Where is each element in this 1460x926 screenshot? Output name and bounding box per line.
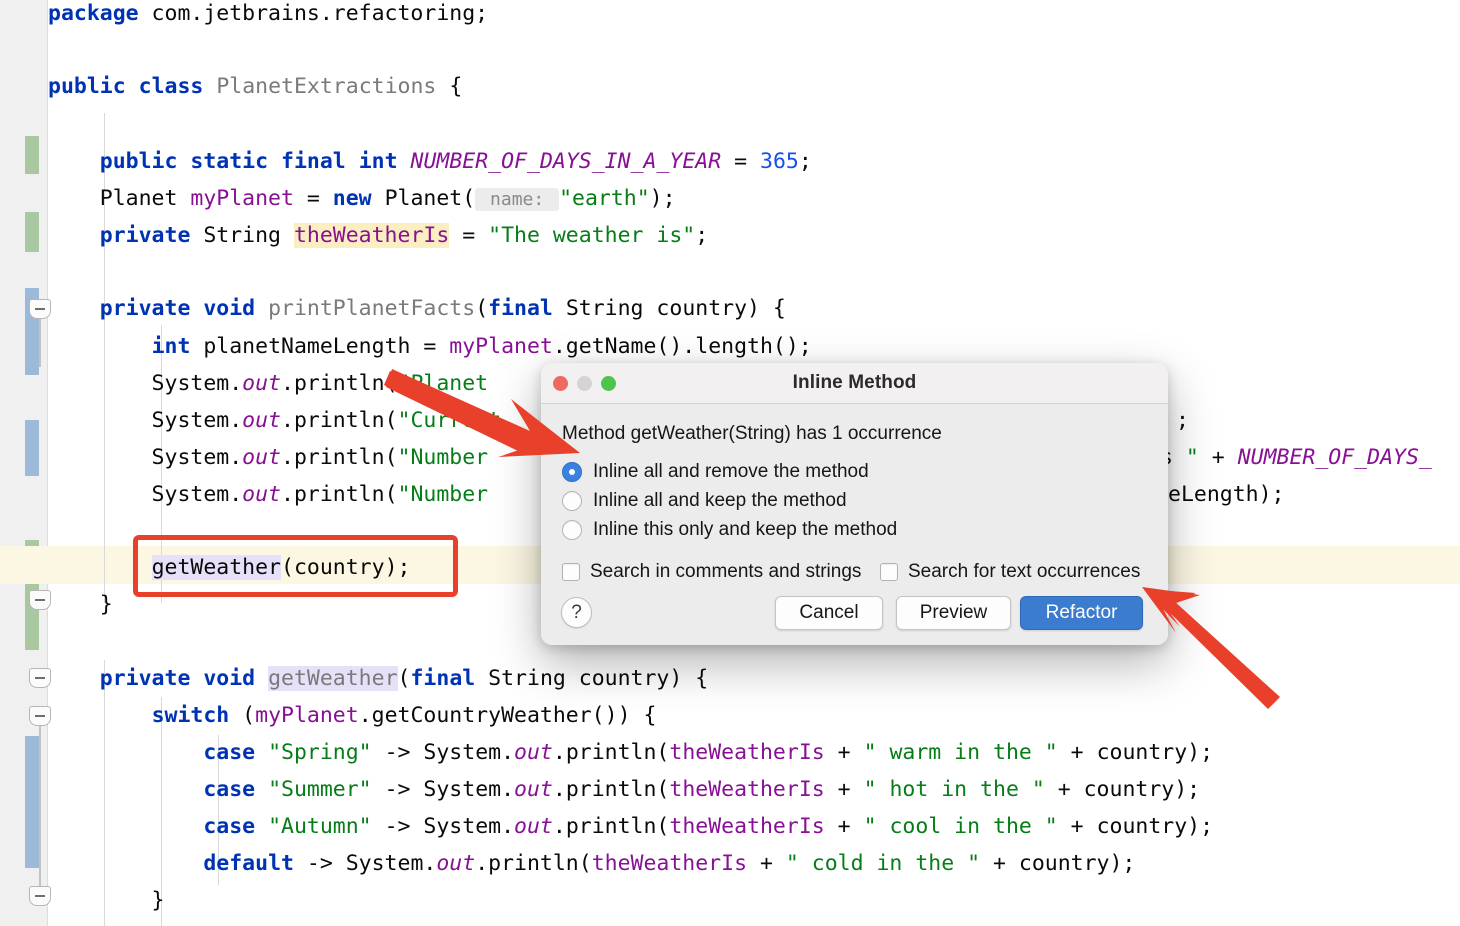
- refactor-button[interactable]: Refactor: [1020, 596, 1143, 630]
- code-line[interactable]: switch (myPlanet.getCountryWeather()) {: [48, 697, 657, 735]
- code-line[interactable]: public static final int NUMBER_OF_DAYS_I…: [48, 143, 812, 181]
- radio-inline-all-remove[interactable]: Inline all and remove the method: [562, 461, 869, 483]
- radio-label: Inline all and remove the method: [593, 461, 869, 482]
- code-line[interactable]: private void getWeather(final String cou…: [48, 660, 708, 698]
- checkbox-label: Search for text occurrences: [908, 561, 1141, 582]
- code-line[interactable]: System.out.println("Planet: [48, 365, 489, 403]
- dialog-titlebar[interactable]: Inline Method: [541, 363, 1168, 404]
- code-line[interactable]: public class PlanetExtractions {: [48, 68, 462, 106]
- code-line[interactable]: System.out.println("Number: [48, 439, 489, 477]
- code-line[interactable]: private String theWeatherIs = "The weath…: [48, 217, 708, 255]
- code-line[interactable]: }: [48, 882, 165, 920]
- code-line[interactable]: int planetNameLength = myPlanet.getName(…: [48, 328, 812, 366]
- cancel-button[interactable]: Cancel: [775, 596, 883, 630]
- code-line[interactable]: default -> System.out.println(theWeather…: [48, 845, 1135, 883]
- dialog-body: Method getWeather(String) has 1 occurren…: [541, 404, 1168, 645]
- code-line-fragment[interactable]: eLength);: [1168, 476, 1285, 514]
- code-line[interactable]: package com.jetbrains.refactoring;: [48, 0, 488, 33]
- preview-button[interactable]: Preview: [896, 596, 1011, 630]
- code-line[interactable]: System.out.println("Current: [48, 402, 502, 440]
- checkbox-label: Search in comments and strings: [590, 561, 862, 582]
- radio-inline-this-only[interactable]: Inline this only and keep the method: [562, 519, 897, 541]
- radio-button-icon[interactable]: [562, 491, 582, 511]
- help-button[interactable]: ?: [561, 597, 592, 628]
- checkbox-search-text-occurrences[interactable]: Search for text occurrences: [880, 561, 1140, 583]
- dialog-message: Method getWeather(String) has 1 occurren…: [562, 423, 942, 444]
- checkbox-icon[interactable]: [562, 563, 580, 581]
- checkbox-icon[interactable]: [880, 563, 898, 581]
- radio-button-icon[interactable]: [562, 520, 582, 540]
- radio-label: Inline this only and keep the method: [593, 519, 898, 540]
- checkbox-search-comments-strings[interactable]: Search in comments and strings: [562, 561, 861, 583]
- code-line-fragment[interactable]: ;: [1176, 402, 1189, 440]
- callout-rectangle: [133, 535, 458, 597]
- code-line[interactable]: System.out.println("Number: [48, 476, 489, 514]
- code-line[interactable]: case "Summer" -> System.out.println(theW…: [48, 771, 1200, 809]
- radio-button-icon[interactable]: [562, 462, 582, 482]
- code-line[interactable]: Planet myPlanet = new Planet( name: "ear…: [48, 180, 676, 219]
- radio-inline-all-keep[interactable]: Inline all and keep the method: [562, 490, 847, 512]
- code-line[interactable]: case "Autumn" -> System.out.println(theW…: [48, 808, 1213, 846]
- code-line[interactable]: }: [48, 586, 113, 624]
- code-line[interactable]: case "Spring" -> System.out.println(theW…: [48, 734, 1213, 772]
- radio-label: Inline all and keep the method: [593, 490, 847, 511]
- code-line[interactable]: private void printPlanetFacts(final Stri…: [48, 290, 786, 328]
- code-line-fragment[interactable]: s " + NUMBER_OF_DAYS_: [1160, 439, 1432, 477]
- inline-method-dialog[interactable]: Inline Method Method getWeather(String) …: [541, 363, 1168, 645]
- dialog-title: Inline Method: [792, 372, 917, 393]
